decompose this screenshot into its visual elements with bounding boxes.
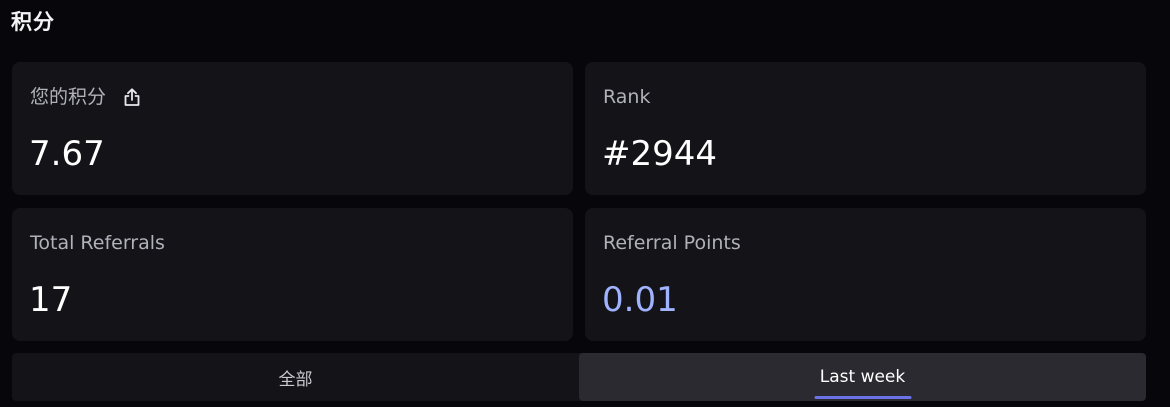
- total-referrals-value: 17: [29, 280, 73, 320]
- referral-points-label: Referral Points: [603, 232, 741, 254]
- referral-points-card: Referral Points 0.01: [585, 208, 1146, 341]
- active-tab-indicator: [814, 396, 911, 399]
- tab-last-week[interactable]: Last week: [579, 353, 1146, 401]
- period-tabs: 全部 Last week: [12, 353, 1146, 401]
- rank-value: #2944: [602, 134, 718, 174]
- points-value: 7.67: [29, 134, 105, 174]
- tab-all[interactable]: 全部: [12, 353, 579, 401]
- referral-points-value: 0.01: [602, 280, 678, 320]
- points-label: 您的积分: [30, 86, 107, 108]
- total-referrals-card: Total Referrals 17: [12, 208, 573, 341]
- points-card: 您的积分 7.67: [12, 62, 573, 195]
- tab-all-label: 全部: [278, 369, 313, 390]
- total-referrals-label: Total Referrals: [30, 232, 165, 254]
- rank-label: Rank: [603, 86, 651, 108]
- points-page: 积分 您的积分 7.67 Rank #2944 Total Referrals …: [0, 0, 1170, 407]
- tab-last-week-label: Last week: [819, 367, 906, 387]
- points-label-row: 您的积分: [30, 84, 142, 110]
- rank-card: Rank #2944: [585, 62, 1146, 195]
- section-title: 积分: [11, 10, 55, 34]
- share-icon[interactable]: [122, 87, 142, 107]
